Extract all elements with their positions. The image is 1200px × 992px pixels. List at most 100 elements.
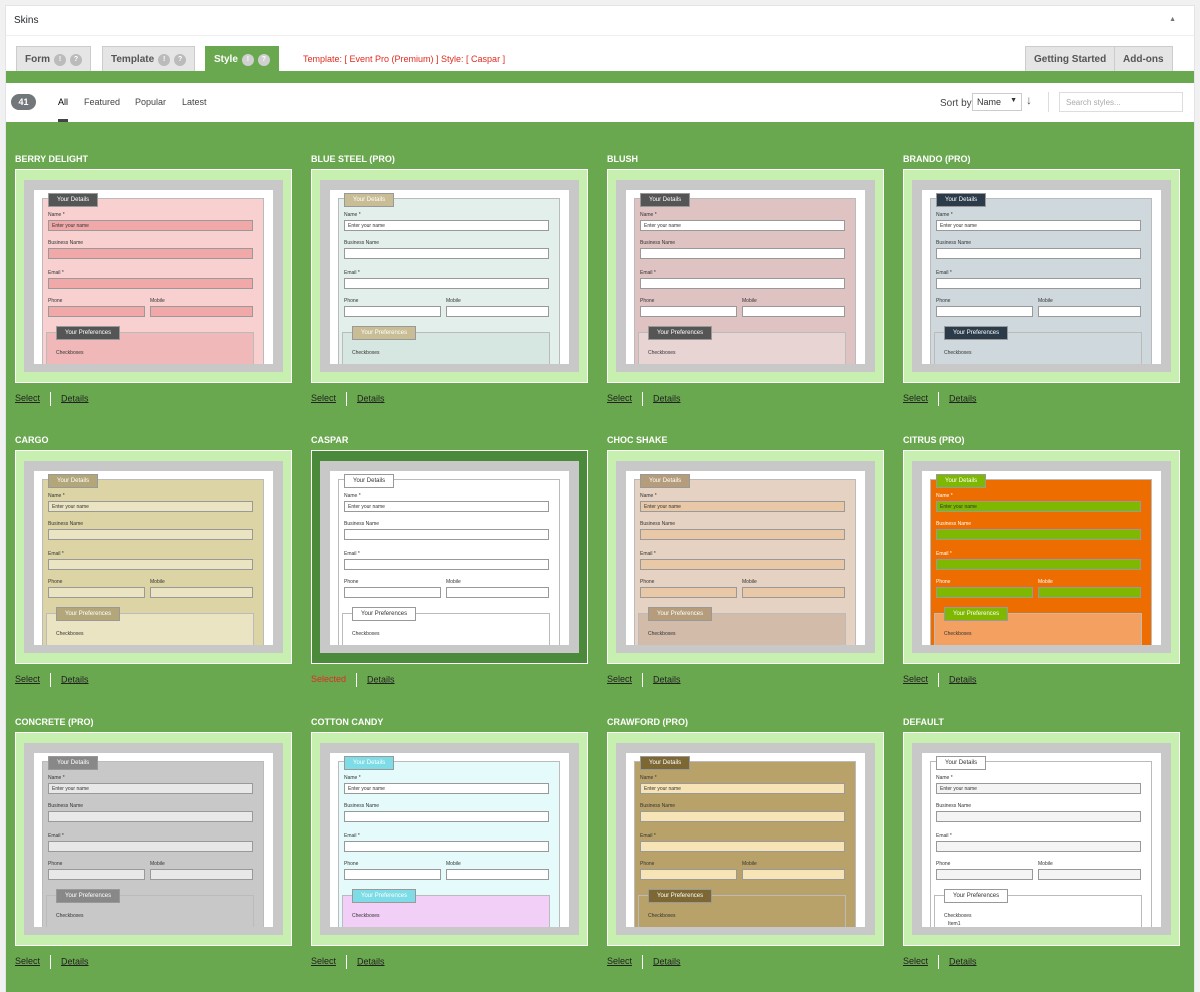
- help-icon[interactable]: ?: [174, 53, 187, 66]
- arrow-down-icon[interactable]: ↓: [1026, 93, 1032, 107]
- details-link[interactable]: Details: [61, 393, 89, 403]
- name-field[interactable]: Enter your name: [936, 783, 1141, 794]
- details-link[interactable]: Details: [949, 956, 977, 966]
- mobile-field[interactable]: [742, 587, 845, 598]
- select-link[interactable]: Select: [903, 956, 928, 966]
- email-field[interactable]: [344, 841, 549, 852]
- details-link[interactable]: Details: [653, 956, 681, 966]
- select-link[interactable]: Select: [311, 393, 336, 403]
- phone-field[interactable]: [936, 587, 1033, 598]
- email-field[interactable]: [936, 278, 1141, 289]
- email-field[interactable]: [48, 841, 253, 852]
- details-link[interactable]: Details: [653, 393, 681, 403]
- skin-card[interactable]: COTTON CANDY Your Details Name * Business N…: [311, 685, 588, 975]
- business-field[interactable]: [344, 529, 549, 540]
- skin-thumbnail[interactable]: Your Details Name * Business Name Email * Ph…: [15, 732, 292, 946]
- skin-thumbnail[interactable]: Your Details Name * Business Name Email * Ph…: [311, 169, 588, 383]
- checkbox-item[interactable]: Item1: [948, 921, 961, 927]
- skin-thumbnail[interactable]: Your Details Name * Business Name Email * Ph…: [311, 732, 588, 946]
- addons-button[interactable]: Add-ons: [1114, 46, 1173, 72]
- mobile-field[interactable]: [150, 869, 253, 880]
- skin-card[interactable]: DEFAULT Your Details Name * Business Name Em…: [903, 685, 1180, 975]
- select-link[interactable]: Select: [607, 674, 632, 684]
- skin-card[interactable]: CARGO Your Details Name * Business Name Emai…: [15, 403, 292, 693]
- phone-field[interactable]: [640, 306, 737, 317]
- help-icon[interactable]: ?: [257, 53, 270, 66]
- filter-all[interactable]: All: [58, 97, 68, 107]
- business-field[interactable]: [640, 529, 845, 540]
- name-field[interactable]: Enter your name: [48, 783, 253, 794]
- getting-started-button[interactable]: Getting Started: [1025, 46, 1116, 72]
- phone-field[interactable]: [936, 306, 1033, 317]
- select-link[interactable]: Select: [607, 956, 632, 966]
- phone-field[interactable]: [48, 869, 145, 880]
- skin-card[interactable]: CITRUS (PRO) Your Details Name * Business N…: [903, 403, 1180, 693]
- email-field[interactable]: [48, 559, 253, 570]
- mobile-field[interactable]: [742, 869, 845, 880]
- mobile-field[interactable]: [1038, 869, 1141, 880]
- business-field[interactable]: [48, 248, 253, 259]
- email-field[interactable]: [640, 841, 845, 852]
- tab-template[interactable]: Template ! ?: [102, 46, 196, 72]
- mobile-field[interactable]: [150, 306, 253, 317]
- phone-field[interactable]: [344, 306, 441, 317]
- business-field[interactable]: [344, 811, 549, 822]
- skin-card[interactable]: BRANDO (PRO) Your Details Name * Business N…: [903, 122, 1180, 412]
- mobile-field[interactable]: [446, 587, 549, 598]
- skin-card[interactable]: CONCRETE (PRO) Your Details Name * Business…: [15, 685, 292, 975]
- skin-card[interactable]: BLUSH Your Details Name * Business Name Emai…: [607, 122, 884, 412]
- info-icon[interactable]: !: [158, 53, 171, 66]
- email-field[interactable]: [640, 278, 845, 289]
- name-field[interactable]: Enter your name: [640, 220, 845, 231]
- email-field[interactable]: [344, 278, 549, 289]
- phone-field[interactable]: [48, 587, 145, 598]
- email-field[interactable]: [48, 278, 253, 289]
- name-field[interactable]: Enter your name: [344, 220, 549, 231]
- skin-thumbnail[interactable]: Your Details Name * Business Name Email * Ph…: [903, 732, 1180, 946]
- phone-field[interactable]: [344, 869, 441, 880]
- phone-field[interactable]: [640, 587, 737, 598]
- tab-form[interactable]: Form ! ?: [16, 46, 91, 72]
- mobile-field[interactable]: [446, 869, 549, 880]
- filter-featured[interactable]: Featured: [84, 97, 120, 107]
- triangle-up-icon[interactable]: ▲: [1169, 16, 1176, 23]
- mobile-field[interactable]: [150, 587, 253, 598]
- phone-field[interactable]: [640, 869, 737, 880]
- panel-header[interactable]: Skins ▲: [6, 6, 1194, 36]
- business-field[interactable]: [936, 248, 1141, 259]
- details-link[interactable]: Details: [357, 956, 385, 966]
- details-link[interactable]: Details: [367, 674, 395, 684]
- name-field[interactable]: Enter your name: [936, 501, 1141, 512]
- skin-card[interactable]: BERRY DELIGHT Your Details Name * Business …: [15, 122, 292, 412]
- phone-field[interactable]: [936, 869, 1033, 880]
- email-field[interactable]: [640, 559, 845, 570]
- skin-card[interactable]: CHOC SHAKE Your Details Name * Business Nam…: [607, 403, 884, 693]
- filter-popular[interactable]: Popular: [135, 97, 166, 107]
- name-field[interactable]: Enter your name: [344, 783, 549, 794]
- skin-thumbnail[interactable]: Your Details Name * Business Name Email * Ph…: [15, 450, 292, 664]
- select-link[interactable]: Select: [903, 674, 928, 684]
- phone-field[interactable]: [48, 306, 145, 317]
- details-link[interactable]: Details: [61, 956, 89, 966]
- info-icon[interactable]: !: [241, 53, 254, 66]
- skin-card[interactable]: CRAWFORD (PRO) Your Details Name * Business…: [607, 685, 884, 975]
- business-field[interactable]: [936, 529, 1141, 540]
- business-field[interactable]: [344, 248, 549, 259]
- mobile-field[interactable]: [446, 306, 549, 317]
- mobile-field[interactable]: [742, 306, 845, 317]
- mobile-field[interactable]: [1038, 306, 1141, 317]
- search-input[interactable]: Search styles...: [1059, 92, 1183, 112]
- skin-thumbnail[interactable]: Your Details Name * Business Name Email * Ph…: [903, 169, 1180, 383]
- business-field[interactable]: [640, 811, 845, 822]
- name-field[interactable]: Enter your name: [48, 220, 253, 231]
- mobile-field[interactable]: [1038, 587, 1141, 598]
- tab-style[interactable]: Style ! ?: [205, 46, 279, 72]
- details-link[interactable]: Details: [949, 393, 977, 403]
- select-link[interactable]: Select: [15, 956, 40, 966]
- business-field[interactable]: [640, 248, 845, 259]
- skin-thumbnail[interactable]: Your Details Name * Business Name Email * Ph…: [607, 169, 884, 383]
- name-field[interactable]: Enter your name: [640, 501, 845, 512]
- details-link[interactable]: Details: [653, 674, 681, 684]
- details-link[interactable]: Details: [357, 393, 385, 403]
- phone-field[interactable]: [344, 587, 441, 598]
